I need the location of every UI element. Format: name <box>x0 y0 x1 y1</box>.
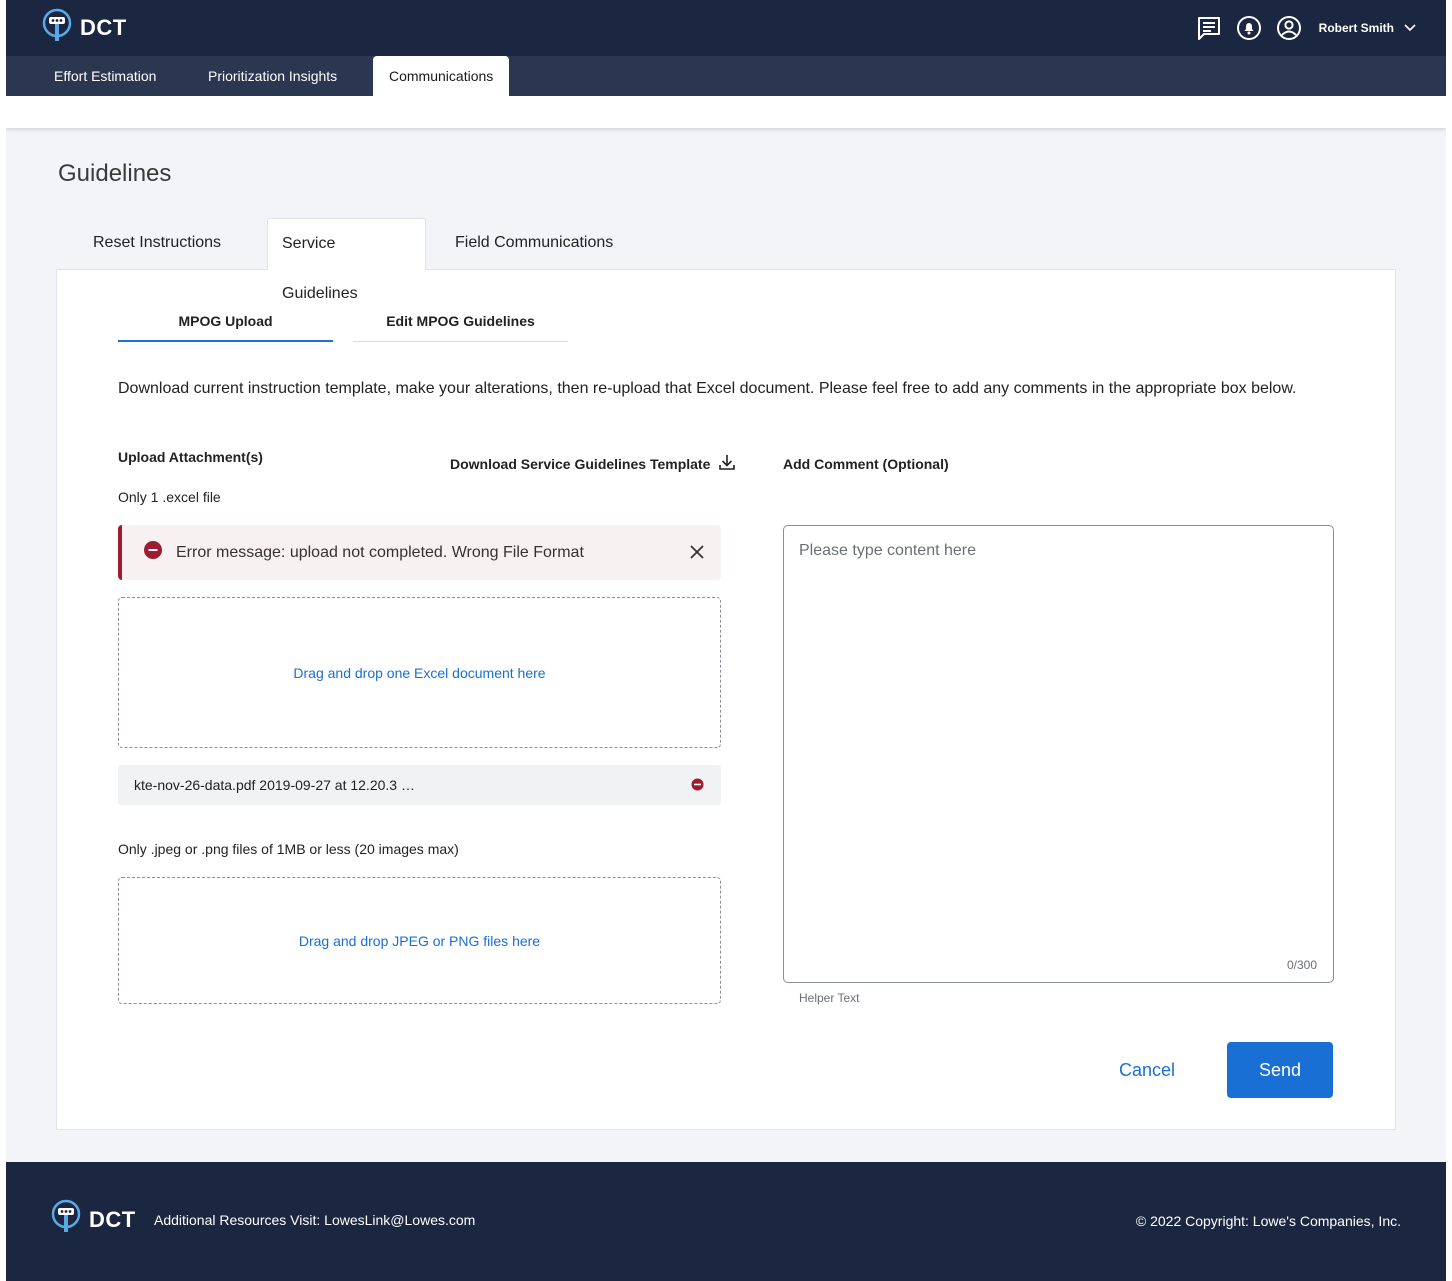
character-counter: 0/300 <box>1286 958 1317 972</box>
chat-icon[interactable] <box>1193 12 1225 44</box>
bell-icon[interactable] <box>1233 12 1265 44</box>
error-icon <box>144 541 162 564</box>
header-actions: Robert Smith <box>1185 12 1416 44</box>
app-name: DCT <box>80 15 127 40</box>
image-hint: Only .jpeg or .png files of 1MB or less … <box>118 841 459 857</box>
sub-header-bar <box>6 96 1446 128</box>
remove-file-icon[interactable] <box>691 778 704 796</box>
excel-dropzone-label: Drag and drop one Excel document here <box>293 664 546 681</box>
footer-app-name: DCT <box>89 1206 136 1232</box>
nav-tab-prioritization-insights[interactable]: Prioritization Insights <box>192 56 353 96</box>
chevron-down-icon[interactable] <box>1404 19 1416 37</box>
tab-reset-instructions[interactable]: Reset Instructions <box>79 218 235 270</box>
download-template-label: Download Service Guidelines Template <box>450 455 711 472</box>
comment-title: Add Comment (Optional) <box>783 456 949 472</box>
subtab-edit-mpog-guidelines[interactable]: Edit MPOG Guidelines <box>353 300 568 342</box>
page-title: Guidelines <box>58 160 172 187</box>
dct-logo-icon <box>49 1199 83 1240</box>
top-header: DCT Robert Smith <box>6 0 1446 56</box>
main-nav: Effort Estimation Prioritization Insight… <box>6 56 1446 96</box>
close-icon[interactable] <box>687 542 707 567</box>
comment-field-box: 0/300 <box>783 525 1334 983</box>
footer: DCT Additional Resources Visit: LowesLin… <box>6 1162 1446 1281</box>
send-button[interactable]: Send <box>1227 1042 1333 1098</box>
comment-input[interactable] <box>799 542 1319 942</box>
instructions-text: Download current instruction template, m… <box>118 380 1297 397</box>
uploaded-file-item: kte-nov-26-data.pdf 2019-09-27 at 12.20.… <box>118 765 721 805</box>
helper-text: Helper Text <box>799 991 860 1005</box>
excel-hint: Only 1 .excel file <box>118 489 221 505</box>
upload-title: Upload Attachment(s) <box>118 449 263 465</box>
tab-service-guidelines[interactable]: Service Guidelines <box>267 218 426 302</box>
app-frame: DCT Robert Smith Effort Estimation Prior… <box>6 0 1446 1281</box>
dct-logo-icon <box>40 8 74 49</box>
nav-tab-communications[interactable]: Communications <box>373 56 510 96</box>
cancel-button[interactable]: Cancel <box>1102 1042 1192 1098</box>
user-name[interactable]: Robert Smith <box>1319 21 1394 35</box>
error-message: Error message: upload not completed. Wro… <box>176 543 584 561</box>
file-name: kte-nov-26-data.pdf 2019-09-27 at 12.20.… <box>134 777 415 793</box>
error-alert: Error message: upload not completed. Wro… <box>118 525 721 580</box>
tab-field-communications[interactable]: Field Communications <box>441 218 627 270</box>
excel-dropzone[interactable]: Drag and drop one Excel document here <box>118 597 721 748</box>
footer-resources[interactable]: Additional Resources Visit: LowesLink@Lo… <box>154 1212 475 1228</box>
footer-copyright: © 2022 Copyright: Lowe's Companies, Inc. <box>1135 1213 1401 1229</box>
image-dropzone-label: Drag and drop JPEG or PNG files here <box>298 932 541 949</box>
nav-tab-effort-estimation[interactable]: Effort Estimation <box>38 56 172 96</box>
user-icon[interactable] <box>1273 12 1305 44</box>
download-icon <box>718 453 736 474</box>
image-dropzone[interactable]: Drag and drop JPEG or PNG files here <box>118 877 721 1004</box>
app-logo[interactable]: DCT <box>40 8 127 49</box>
download-template-link[interactable]: Download Service Guidelines Template <box>450 453 736 474</box>
footer-logo: DCT <box>49 1199 136 1240</box>
